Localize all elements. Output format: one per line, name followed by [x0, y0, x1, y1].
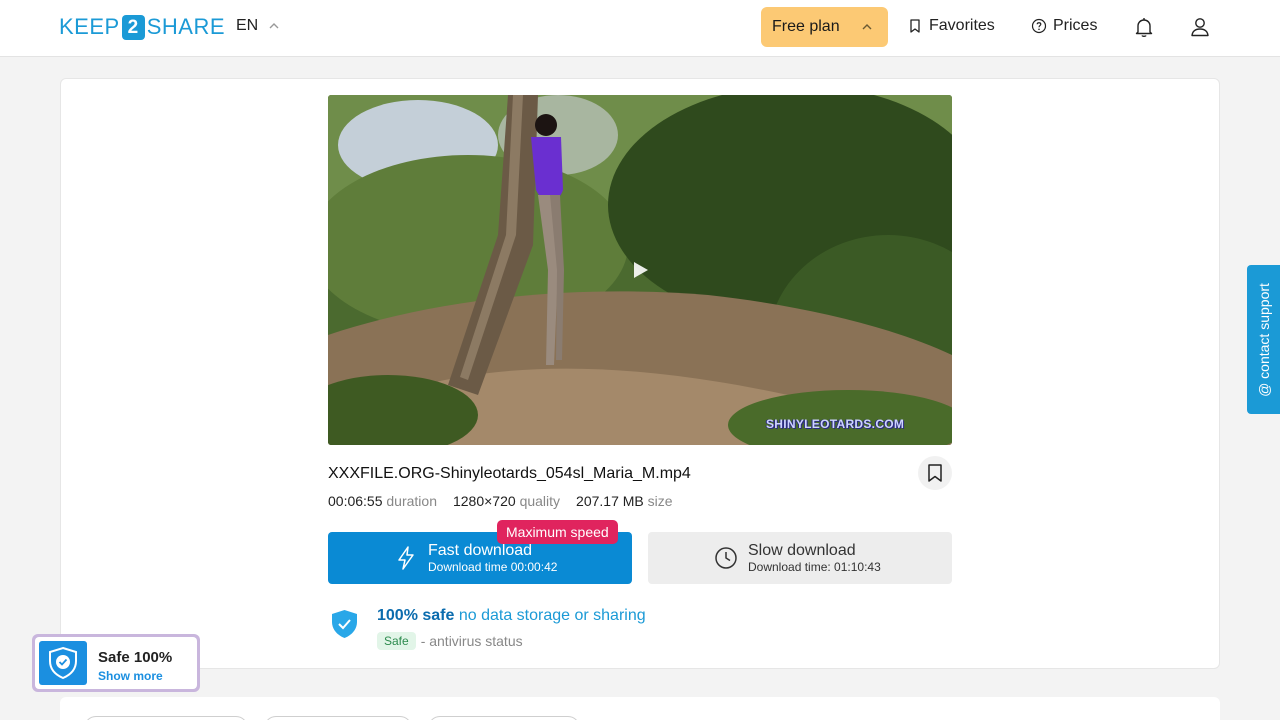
prices-link[interactable]: Prices	[1031, 17, 1097, 35]
contact-support-label: @ contact support	[1255, 282, 1272, 397]
video-watermark: SHINYLEOTARDS.COM	[766, 417, 905, 431]
prices-label: Prices	[1053, 17, 1098, 34]
antivirus-status: Safe - antivirus status	[377, 632, 523, 650]
shield-check-icon	[332, 610, 357, 638]
safe-widget-title: Safe 100%	[98, 649, 173, 666]
status-badge: Safe	[377, 632, 416, 650]
add-favorite-button[interactable]	[918, 456, 952, 490]
file-name: XXXFILE.ORG-Shinyleotards_054sl_Maria_M.…	[328, 465, 691, 482]
safe-widget[interactable]: Safe 100% Show more	[32, 634, 200, 692]
fast-download-label: Fast download	[428, 541, 533, 559]
question-circle-icon	[1031, 18, 1047, 34]
max-speed-badge: Maximum speed	[497, 520, 618, 544]
show-more-link[interactable]: Show more	[98, 669, 163, 683]
logo-text-left: KEEP	[59, 14, 120, 39]
safety-light: no data storage or sharing	[458, 607, 646, 624]
fast-download-time: Download time 00:00:42	[428, 559, 558, 574]
bell-icon[interactable]	[1132, 15, 1156, 39]
filter-pill[interactable]	[84, 716, 248, 720]
language-code: EN	[236, 17, 259, 34]
slow-download-time: Download time: 01:10:43	[748, 559, 881, 574]
size-value: 207.17 MB	[576, 493, 644, 509]
duration: 00:06:55 duration	[328, 493, 437, 509]
filter-pill[interactable]	[428, 716, 580, 720]
keep2share-logo[interactable]: KEEP 2 SHARE	[59, 14, 225, 40]
favorites-label: Favorites	[929, 17, 995, 34]
clock-icon	[715, 547, 737, 569]
quality-value: 1280×720	[452, 493, 516, 509]
play-icon	[634, 262, 648, 278]
logo-number: 2	[121, 14, 145, 40]
bottom-card	[60, 697, 1220, 720]
contact-support-tab[interactable]: @ contact support	[1247, 265, 1280, 414]
file-size: 207.17 MB size	[576, 493, 673, 509]
file-meta: 00:06:55 duration 1280×720 quality 207.1…	[328, 493, 673, 509]
filter-pill[interactable]	[264, 716, 412, 720]
safe-widget-shield	[39, 641, 87, 685]
bookmark-icon	[910, 19, 920, 33]
slow-download-label: Slow download	[748, 541, 856, 559]
top-header: KEEP 2 SHARE EN Free plan Favorites Pric…	[0, 0, 1280, 57]
plan-button[interactable]: Free plan	[761, 7, 888, 47]
shield-check-icon	[49, 646, 77, 680]
slow-download-text: Slow download Download time: 01:10:43	[748, 542, 881, 575]
safe-widget-body: Safe 100% Show more	[35, 637, 197, 689]
antivirus-status-text: - antivirus status	[420, 633, 523, 649]
logo-text-right: SHARE	[146, 14, 225, 39]
size-unit: size	[647, 493, 673, 509]
chevron-up-icon	[269, 23, 279, 29]
quality-unit: quality	[519, 493, 561, 509]
user-icon[interactable]	[1188, 15, 1212, 39]
duration-value: 00:06:55	[328, 493, 383, 509]
safety-headline: 100% safe no data storage or sharing	[377, 607, 646, 625]
safety-strong: 100% safe	[377, 607, 455, 624]
plan-label: Free plan	[772, 18, 840, 35]
fast-download-text: Fast download Download time 00:00:42	[428, 542, 557, 575]
video-preview[interactable]: SHINYLEOTARDS.COM	[328, 95, 952, 445]
lightning-icon	[398, 546, 414, 570]
bookmark-icon	[928, 464, 942, 482]
language-selector[interactable]: EN	[236, 17, 280, 35]
favorites-link[interactable]: Favorites	[907, 17, 995, 35]
chevron-up-icon	[862, 24, 872, 30]
duration-unit: duration	[386, 493, 437, 509]
slow-download-button[interactable]: Slow download Download time: 01:10:43	[648, 532, 952, 584]
quality: 1280×720 quality	[453, 493, 560, 509]
